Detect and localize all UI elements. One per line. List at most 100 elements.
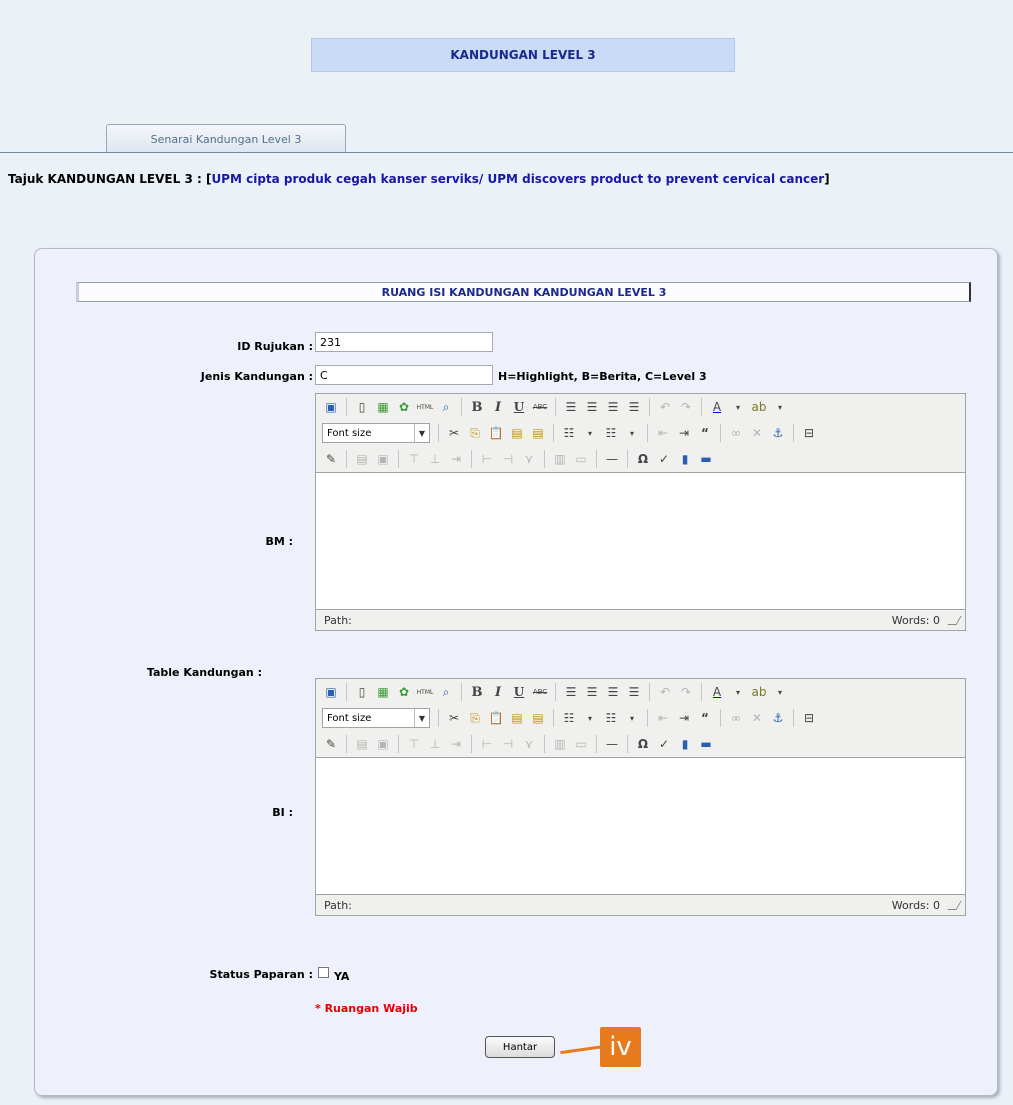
align-right-icon[interactable]: ☰ [604,398,622,416]
table-row-props-icon[interactable]: ▤ [353,735,371,753]
delete-col-icon[interactable]: ⋎ [520,450,538,468]
id-rujukan-input[interactable] [315,332,493,352]
copy-icon[interactable]: ⎘ [466,424,484,442]
undo-icon[interactable]: ↶ [656,683,674,701]
italic-icon[interactable]: I [489,398,507,416]
insert-col-before-icon[interactable]: ⊢ [478,450,496,468]
merge-cells-icon[interactable]: ▭ [572,735,590,753]
copy-icon[interactable]: ⎘ [466,709,484,727]
new-document-icon[interactable]: ▯ [353,398,371,416]
chevron-down-icon[interactable]: ▾ [771,398,789,416]
insert-col-after-icon[interactable]: ⊣ [499,450,517,468]
bold-icon[interactable]: B [468,683,486,701]
delete-col-icon[interactable]: ⋎ [520,735,538,753]
edit-css-icon[interactable]: ✎ [322,735,340,753]
spellcheck-icon[interactable]: ✓ [655,735,673,753]
paste-text-icon[interactable]: ▤ [508,709,526,727]
chevron-down-icon[interactable]: ▾ [623,424,641,442]
text-color-icon[interactable]: A [708,398,726,416]
redo-icon[interactable]: ↷ [677,683,695,701]
font-size-select[interactable]: Font size ▼ [322,423,430,443]
page-break-icon[interactable]: ⊟ [800,709,818,727]
italic-icon[interactable]: I [489,683,507,701]
paste-word-icon[interactable]: ▤ [529,424,547,442]
chevron-down-icon[interactable]: ▾ [729,398,747,416]
align-right-icon[interactable]: ☰ [604,683,622,701]
preview-icon[interactable]: ⌕ [437,398,455,416]
bold-icon[interactable]: B [468,398,486,416]
indent-icon[interactable]: ⇥ [675,424,693,442]
numbered-list-icon[interactable]: ☷ [602,709,620,727]
insert-col-before-icon[interactable]: ⊢ [478,735,496,753]
insert-media-icon[interactable]: ✿ [395,683,413,701]
paste-text-icon[interactable]: ▤ [508,424,526,442]
horizontal-rule-icon[interactable]: — [603,450,621,468]
underline-icon[interactable]: U [510,683,528,701]
undo-icon[interactable]: ↶ [656,398,674,416]
align-center-icon[interactable]: ☰ [583,683,601,701]
special-char-icon[interactable]: Ω [634,735,652,753]
horizontal-rule-icon[interactable]: — [603,735,621,753]
cut-icon[interactable]: ✂ [445,709,463,727]
split-cells-icon[interactable]: ▥ [551,450,569,468]
anchor-icon[interactable]: ⚓ [769,709,787,727]
outdent-icon[interactable]: ⇤ [654,424,672,442]
html-source-icon[interactable]: HTML [416,398,434,416]
link-icon[interactable]: ∞ [727,709,745,727]
bullet-list-icon[interactable]: ☷ [560,709,578,727]
align-left-icon[interactable]: ☰ [562,683,580,701]
new-document-icon[interactable]: ▯ [353,683,371,701]
strikethrough-icon[interactable]: ABC [531,683,549,701]
paste-icon[interactable]: 📋 [487,424,505,442]
text-color-icon[interactable]: A [708,683,726,701]
delete-row-icon[interactable]: ⇥ [447,450,465,468]
fullscreen-icon[interactable]: ▣ [322,398,340,416]
unlink-icon[interactable]: ✕ [748,424,766,442]
insert-row-before-icon[interactable]: ⊤ [405,735,423,753]
insert-row-after-icon[interactable]: ⊥ [426,450,444,468]
insert-media-clip-icon[interactable]: ▮ [676,450,694,468]
highlight-color-icon[interactable]: ab [750,683,768,701]
bi-text-area[interactable] [316,757,965,895]
link-icon[interactable]: ∞ [727,424,745,442]
chevron-down-icon[interactable]: ▾ [581,424,599,442]
bullet-list-icon[interactable]: ☷ [560,424,578,442]
resize-handle-icon[interactable] [947,615,962,625]
align-justify-icon[interactable]: ☰ [625,683,643,701]
insert-separator-icon[interactable]: ▬ [697,735,715,753]
hantar-button[interactable]: Hantar [485,1036,555,1058]
underline-icon[interactable]: U [510,398,528,416]
align-center-icon[interactable]: ☰ [583,398,601,416]
align-left-icon[interactable]: ☰ [562,398,580,416]
insert-image-icon[interactable]: ▦ [374,398,392,416]
status-paparan-checkbox[interactable] [318,967,329,978]
tajuk-link[interactable]: UPM cipta produk cegah kanser serviks/ U… [211,172,824,186]
insert-col-after-icon[interactable]: ⊣ [499,735,517,753]
numbered-list-icon[interactable]: ☷ [602,424,620,442]
blockquote-icon[interactable]: “ [696,424,714,442]
resize-handle-icon[interactable] [947,900,962,910]
page-break-icon[interactable]: ⊟ [800,424,818,442]
table-row-props-icon[interactable]: ▤ [353,450,371,468]
align-justify-icon[interactable]: ☰ [625,398,643,416]
jenis-kandungan-input[interactable] [315,365,493,385]
html-source-icon[interactable]: HTML [416,683,434,701]
table-cell-props-icon[interactable]: ▣ [374,735,392,753]
delete-row-icon[interactable]: ⇥ [447,735,465,753]
blockquote-icon[interactable]: “ [696,709,714,727]
redo-icon[interactable]: ↷ [677,398,695,416]
split-cells-icon[interactable]: ▥ [551,735,569,753]
font-size-select[interactable]: Font size ▼ [322,708,430,728]
bm-text-area[interactable] [316,472,965,610]
fullscreen-icon[interactable]: ▣ [322,683,340,701]
chevron-down-icon[interactable]: ▾ [623,709,641,727]
insert-media-clip-icon[interactable]: ▮ [676,735,694,753]
tab-senarai-kandungan[interactable]: Senarai Kandungan Level 3 [106,124,346,153]
outdent-icon[interactable]: ⇤ [654,709,672,727]
insert-image-icon[interactable]: ▦ [374,683,392,701]
paste-word-icon[interactable]: ▤ [529,709,547,727]
paste-icon[interactable]: 📋 [487,709,505,727]
special-char-icon[interactable]: Ω [634,450,652,468]
insert-separator-icon[interactable]: ▬ [697,450,715,468]
edit-css-icon[interactable]: ✎ [322,450,340,468]
